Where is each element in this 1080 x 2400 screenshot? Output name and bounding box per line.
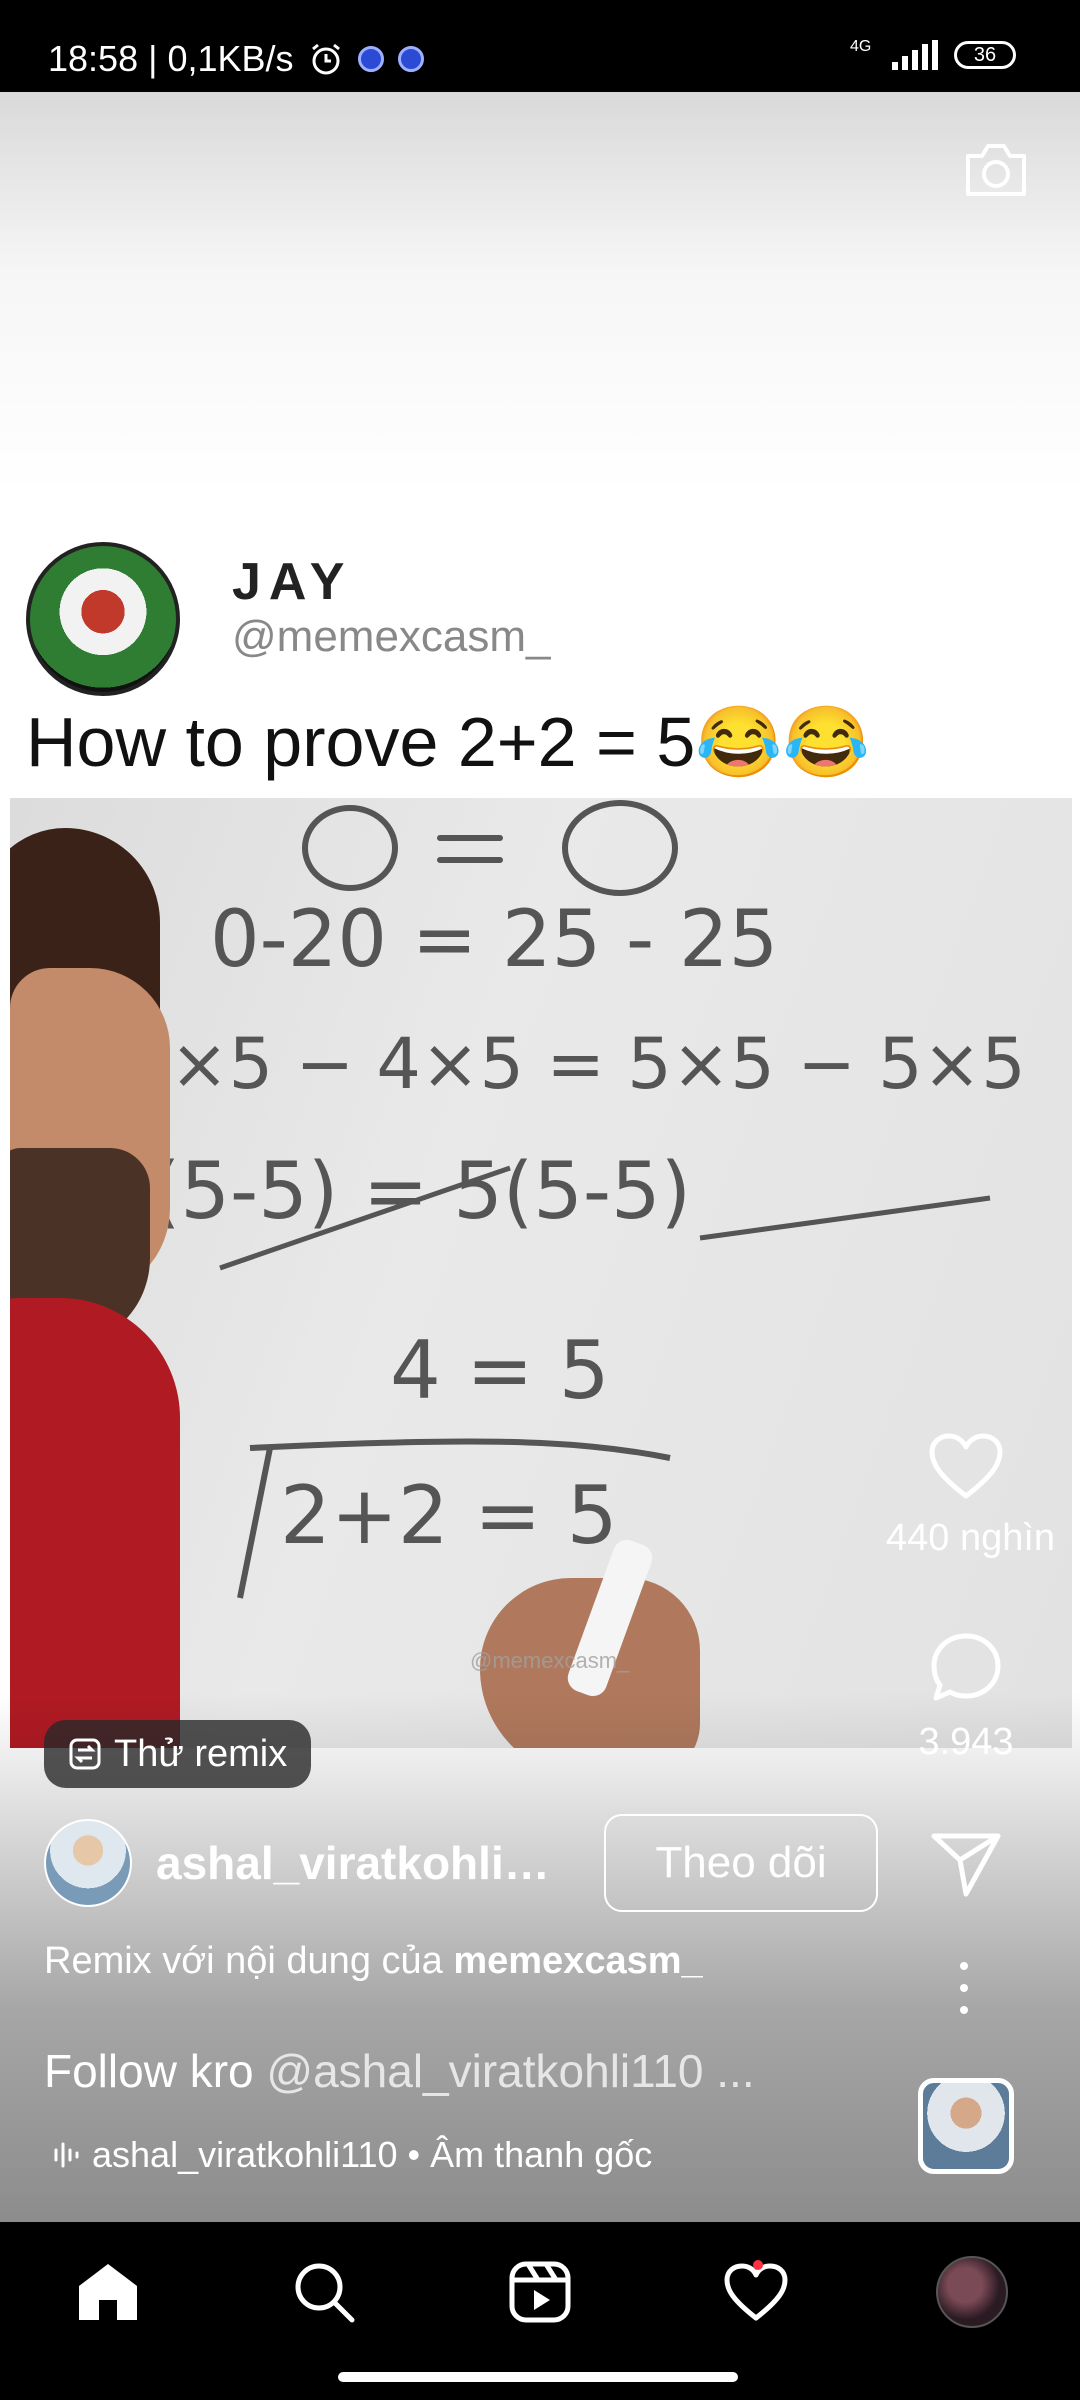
notification-dot xyxy=(753,2260,763,2270)
comment-action[interactable]: 3.943 xyxy=(886,1630,1046,1764)
app-notification-icon xyxy=(357,46,384,72)
line-3: ×5 − 4×5 = 5×5 − 5×5 xyxy=(170,1023,1026,1105)
remix-prefix: Remix với nội dung của xyxy=(44,1940,454,1982)
like-action[interactable]: 440 nghìn xyxy=(886,1432,1056,1560)
share-icon[interactable] xyxy=(928,1830,1004,1900)
battery-icon: 36 xyxy=(954,41,1016,69)
profile-avatar[interactable] xyxy=(936,2256,1008,2328)
video-watermark: @memexcasm_ xyxy=(470,1648,630,1673)
status-time-speed: 18:58 | 0,1KB/s xyxy=(48,38,294,79)
comment-count: 3.943 xyxy=(918,1721,1014,1763)
author-username[interactable]: ashal_viratkohli110 xyxy=(156,1836,566,1890)
reel-caption[interactable]: Follow kro @ashal_viratkohli110 ... xyxy=(44,2044,755,2098)
nav-search[interactable] xyxy=(284,2252,364,2332)
alarm-icon xyxy=(311,43,340,75)
home-icon[interactable] xyxy=(75,2260,141,2324)
post-author-avatar xyxy=(26,542,180,696)
camera-icon[interactable] xyxy=(962,140,1030,200)
network-type: 4G xyxy=(850,38,872,55)
whiteboard-image: 0-20 = 25 - 25 ×5 − 4×5 = 5×5 − 5×5 (5-5… xyxy=(10,798,1072,1748)
status-left: 18:58 | 0,1KB/s xyxy=(48,38,424,80)
audio-label: ashal_viratkohli110 • Âm thanh gốc xyxy=(92,2134,653,2175)
post-author-handle: @memexcasm_ xyxy=(232,612,551,661)
remix-source-link[interactable]: memexcasm_ xyxy=(453,1940,702,1982)
try-remix-label: Thử remix xyxy=(114,1732,288,1775)
remix-icon xyxy=(69,1738,101,1770)
author-avatar[interactable] xyxy=(44,1819,132,1907)
line-4: (5-5) = 5(5-5) xyxy=(150,1147,691,1237)
search-icon[interactable] xyxy=(292,2260,356,2324)
remix-attribution: Remix với nội dung của memexcasm_ xyxy=(44,1940,703,1983)
caption-text: Follow kro xyxy=(44,2045,267,2097)
line-5: 4 = 5 xyxy=(390,1324,610,1417)
post-author-name: JAY xyxy=(232,553,353,611)
nav-home[interactable] xyxy=(68,2252,148,2332)
try-remix-button[interactable]: Thử remix xyxy=(44,1720,312,1788)
caption-mention[interactable]: @ashal_viratkohli110 ... xyxy=(266,2045,754,2097)
follow-button[interactable]: Theo dõi xyxy=(604,1814,878,1912)
presenter xyxy=(10,818,200,1748)
signal-icon xyxy=(892,40,938,70)
heart-icon[interactable] xyxy=(928,1432,1004,1502)
bottom-navigation xyxy=(0,2222,1080,2400)
heart-icon[interactable] xyxy=(723,2262,789,2322)
line-2: 0-20 = 25 - 25 xyxy=(210,895,778,985)
reels-icon[interactable] xyxy=(508,2260,572,2324)
home-indicator[interactable] xyxy=(338,2372,738,2382)
status-right: 4G 36 xyxy=(850,38,1016,72)
nav-reels[interactable] xyxy=(500,2252,580,2332)
comment-icon[interactable] xyxy=(928,1630,1004,1706)
audio-info[interactable]: ashal_viratkohli110 • Âm thanh gốc xyxy=(52,2134,652,2176)
audio-waveform-icon xyxy=(54,2142,79,2168)
nav-profile[interactable] xyxy=(932,2252,1012,2332)
like-count: 440 nghìn xyxy=(886,1517,1056,1559)
line-6: 2+2 = 5 xyxy=(280,1469,618,1562)
audio-thumbnail[interactable] xyxy=(918,2078,1014,2174)
app-notification-icon-2 xyxy=(397,46,424,72)
more-options-icon[interactable] xyxy=(950,1958,978,2018)
author-row: ashal_viratkohli110 Theo dõi xyxy=(44,1814,878,1912)
post-caption: How to prove 2+2 = 5😂😂 xyxy=(26,703,870,781)
status-bar: 18:58 | 0,1KB/s 4G 36 xyxy=(0,0,1080,92)
